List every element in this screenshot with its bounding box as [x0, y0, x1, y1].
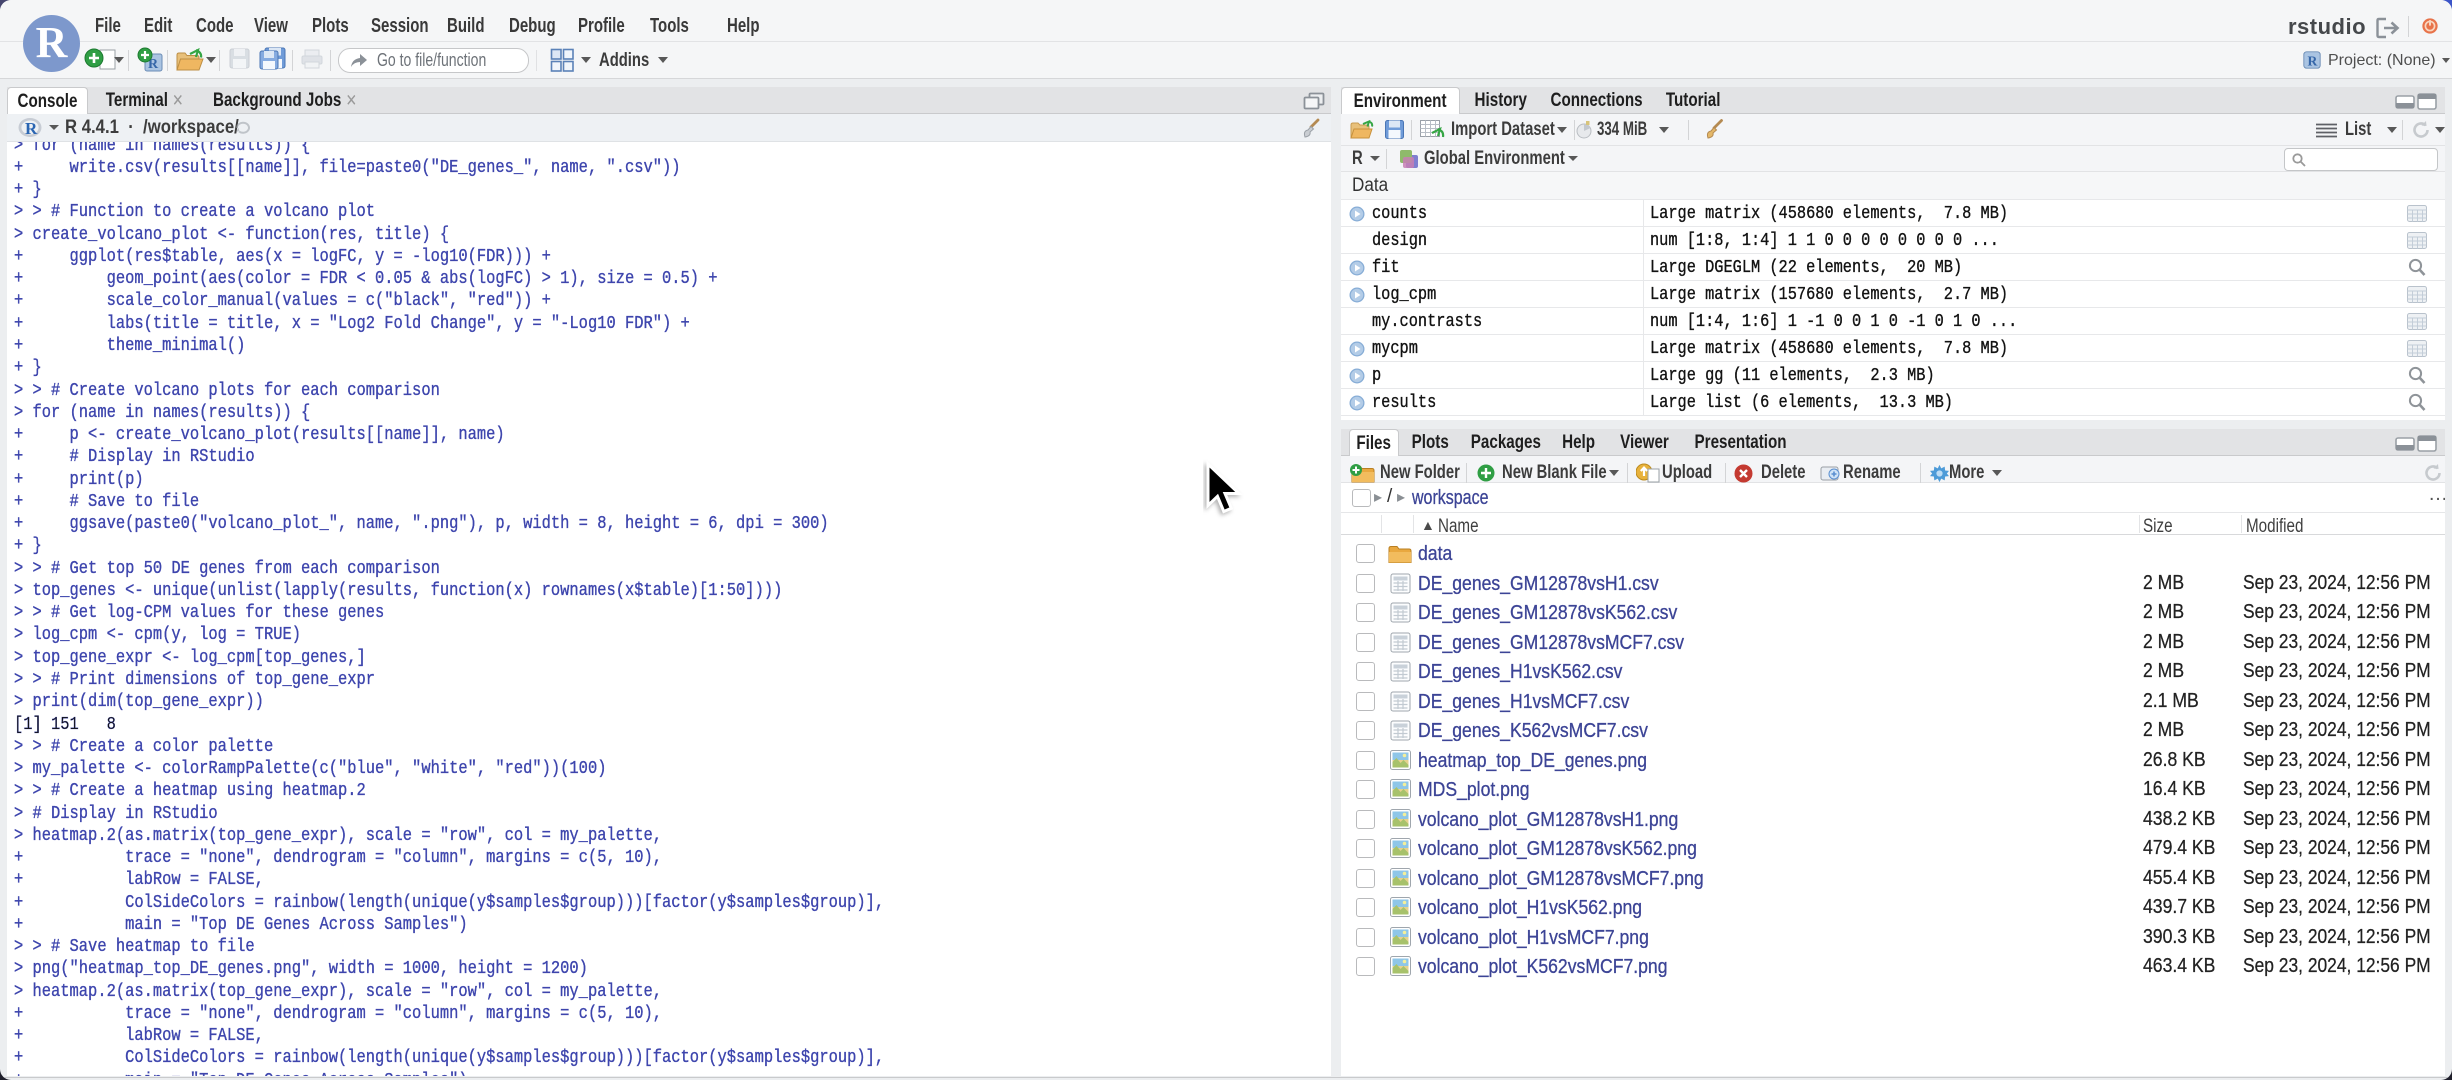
svg-text:R: R	[25, 119, 38, 138]
svg-text:R: R	[2307, 53, 2317, 68]
